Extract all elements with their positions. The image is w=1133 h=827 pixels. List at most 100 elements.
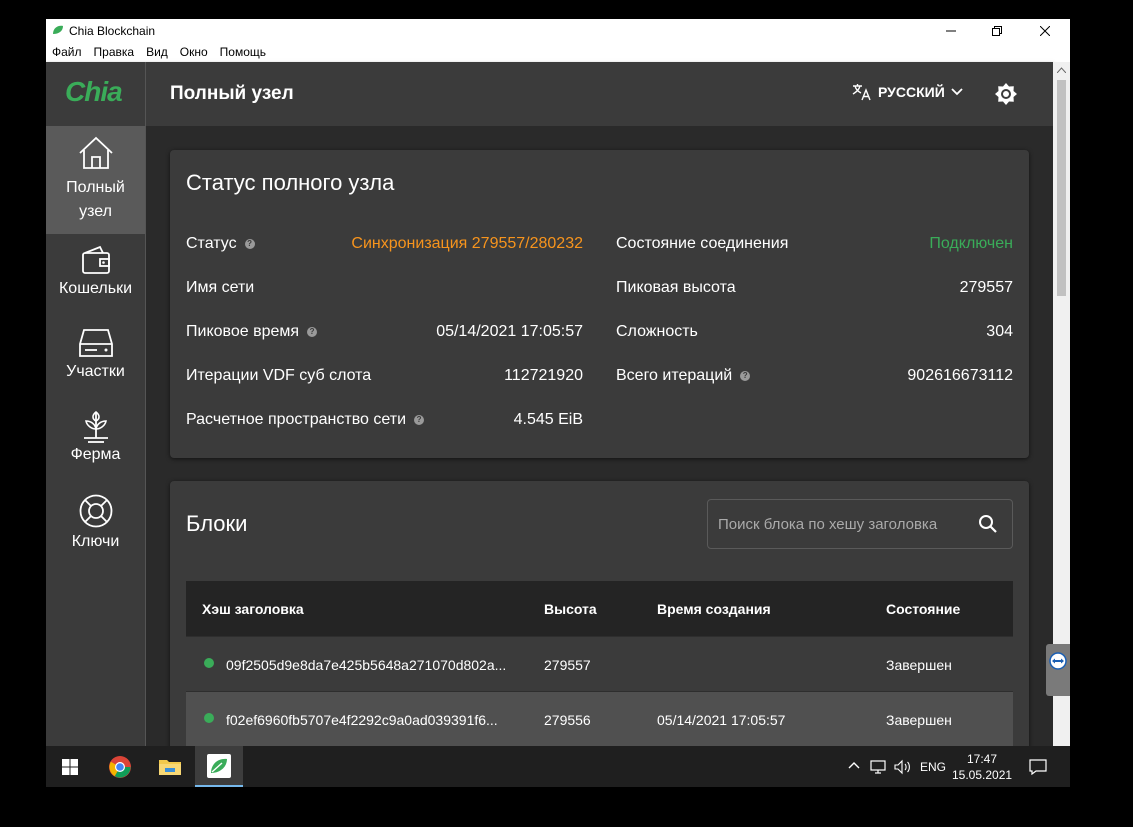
chevron-down-icon bbox=[951, 88, 963, 96]
minimize-icon bbox=[946, 30, 956, 31]
scroll-up-icon[interactable] bbox=[1057, 67, 1066, 73]
sidebar-item-keys[interactable]: Ключи bbox=[46, 493, 145, 563]
difficulty-value: 304 bbox=[986, 323, 1013, 340]
total-iterations-label: Всего итераций bbox=[616, 367, 733, 384]
node-status-card: Статус полного узла Статус? Синхронизаци… bbox=[170, 150, 1029, 458]
block-height: 279556 bbox=[544, 712, 591, 728]
close-button[interactable] bbox=[1022, 19, 1068, 42]
chia-app-icon bbox=[207, 753, 231, 778]
taskbar: ENG 17:47 15.05.2021 bbox=[46, 746, 1070, 787]
sidebar-item-label: Участки bbox=[66, 363, 125, 380]
menu-file[interactable]: Файл bbox=[46, 42, 88, 62]
vdf-iterations-label: Итерации VDF суб слота bbox=[186, 367, 372, 384]
peak-time-label: Пиковое время bbox=[186, 323, 300, 340]
total-iterations-value: 902616673112 bbox=[907, 367, 1013, 384]
network-name-label: Имя сети bbox=[186, 279, 255, 296]
clock-time: 17:47 bbox=[966, 752, 998, 766]
hdd-icon bbox=[78, 329, 113, 357]
block-hash[interactable]: f02ef6960fb5707e4f2292c9a0ad039391f6... bbox=[226, 712, 498, 728]
remote-widget-tab[interactable] bbox=[1046, 644, 1070, 696]
help-icon[interactable]: ? bbox=[244, 238, 255, 249]
help-icon[interactable]: ? bbox=[307, 326, 318, 337]
taskbar-chia[interactable] bbox=[195, 746, 243, 787]
wallet-icon bbox=[81, 245, 110, 274]
clock[interactable]: 17:47 15.05.2021 bbox=[952, 751, 1012, 783]
block-time: 05/14/2021 17:05:57 bbox=[657, 712, 786, 728]
sidebar-item-full-node[interactable]: Полный узел bbox=[46, 126, 145, 234]
close-icon bbox=[1040, 25, 1050, 36]
sidebar-item-plots[interactable]: Участки bbox=[46, 327, 145, 397]
block-search-input[interactable] bbox=[716, 500, 964, 548]
sidebar-item-label: Ферма bbox=[70, 446, 121, 463]
page-title: Полный узел bbox=[170, 83, 294, 104]
help-icon[interactable]: ? bbox=[740, 370, 751, 381]
scrollbar-thumb[interactable] bbox=[1057, 80, 1066, 296]
search-icon[interactable] bbox=[978, 514, 998, 534]
vdf-iterations-value: 112721920 bbox=[504, 367, 583, 384]
connection-status-label: Состояние соединения bbox=[616, 235, 789, 252]
notifications-icon[interactable] bbox=[1029, 759, 1047, 775]
connection-status-value: Подключен bbox=[929, 235, 1013, 252]
chrome-icon bbox=[109, 755, 131, 778]
difficulty-label: Сложность bbox=[616, 323, 698, 340]
help-icon[interactable]: ? bbox=[414, 414, 425, 425]
app-bar: Chia Полный узел РУССКИЙ bbox=[46, 62, 1053, 126]
brightness-icon bbox=[995, 83, 1017, 105]
title-bar: Chia Blockchain bbox=[46, 19, 1070, 42]
minimize-button[interactable] bbox=[928, 19, 974, 42]
start-button[interactable] bbox=[46, 746, 94, 787]
column-header-height[interactable]: Высота bbox=[544, 601, 597, 617]
menu-window[interactable]: Окно bbox=[174, 42, 214, 62]
folder-icon bbox=[159, 759, 181, 775]
restore-icon bbox=[992, 25, 1002, 36]
menu-help[interactable]: Помощь bbox=[214, 42, 272, 62]
windows-icon bbox=[62, 758, 78, 775]
menu-view[interactable]: Вид bbox=[140, 42, 174, 62]
netspace-label: Расчетное пространство сети bbox=[186, 411, 407, 428]
blocks-card: Блоки Хэш заголовка Высота Время создани… bbox=[170, 481, 1029, 787]
column-header-hash[interactable]: Хэш заголовка bbox=[202, 601, 304, 617]
translate-icon bbox=[852, 84, 871, 101]
sidebar-item-label: узел bbox=[79, 203, 112, 220]
table-row[interactable]: f02ef6960fb5707e4f2292c9a0ad039391f6... … bbox=[186, 691, 1013, 747]
column-header-time[interactable]: Время создания bbox=[657, 601, 771, 617]
peak-time-value: 05/14/2021 17:05:57 bbox=[436, 323, 583, 340]
language-selector[interactable]: РУССКИЙ bbox=[852, 83, 963, 101]
input-language[interactable]: ENG bbox=[920, 760, 946, 774]
app-window: Chia Blockchain Файл Правка Вид Окно Пом… bbox=[46, 19, 1070, 787]
peak-height-label: Пиковая высота bbox=[616, 279, 736, 296]
table-row[interactable]: 09f2505d9e8da7e425b5648a271070d802a... 2… bbox=[186, 636, 1013, 692]
volume-icon[interactable] bbox=[894, 759, 912, 775]
sidebar-item-label: Полный bbox=[66, 179, 125, 196]
farm-icon bbox=[83, 410, 108, 443]
sidebar-item-wallets[interactable]: Кошельки bbox=[46, 244, 145, 314]
status-card-title: Статус полного узла bbox=[186, 170, 395, 195]
table-header: Хэш заголовка Высота Время создания Сост… bbox=[186, 581, 1013, 636]
language-label: РУССКИЙ bbox=[878, 84, 945, 100]
theme-toggle-button[interactable] bbox=[994, 82, 1018, 111]
sidebar-item-label: Ключи bbox=[71, 533, 120, 550]
block-hash[interactable]: 09f2505d9e8da7e425b5648a271070d802a... bbox=[226, 657, 506, 673]
home-icon bbox=[78, 136, 113, 169]
status-value: Синхронизация 279557/280232 bbox=[351, 235, 583, 252]
lifebuoy-icon bbox=[79, 494, 112, 528]
blocks-card-title: Блоки bbox=[186, 511, 248, 536]
column-header-state[interactable]: Состояние bbox=[886, 601, 960, 617]
status-dot-icon bbox=[204, 658, 214, 668]
block-height: 279557 bbox=[544, 657, 591, 673]
main-content: Статус полного узла Статус? Синхронизаци… bbox=[146, 126, 1053, 787]
clock-date: 15.05.2021 bbox=[952, 768, 1013, 782]
sidebar-item-farm[interactable]: Ферма bbox=[46, 408, 145, 480]
taskbar-chrome[interactable] bbox=[96, 746, 144, 787]
chia-logo: Chia bbox=[46, 62, 146, 126]
network-icon[interactable] bbox=[870, 759, 888, 775]
chia-leaf-icon bbox=[53, 25, 63, 34]
sidebar: Полный узел Кошельки Участки Ферма Ключи bbox=[46, 126, 146, 787]
status-dot-icon bbox=[204, 713, 214, 723]
window-title: Chia Blockchain bbox=[69, 24, 156, 38]
taskbar-explorer[interactable] bbox=[146, 746, 194, 787]
menu-edit[interactable]: Правка bbox=[88, 42, 141, 62]
chevron-up-icon[interactable] bbox=[848, 761, 860, 769]
netspace-value: 4.545 EiB bbox=[513, 411, 583, 428]
restore-button[interactable] bbox=[974, 19, 1020, 42]
